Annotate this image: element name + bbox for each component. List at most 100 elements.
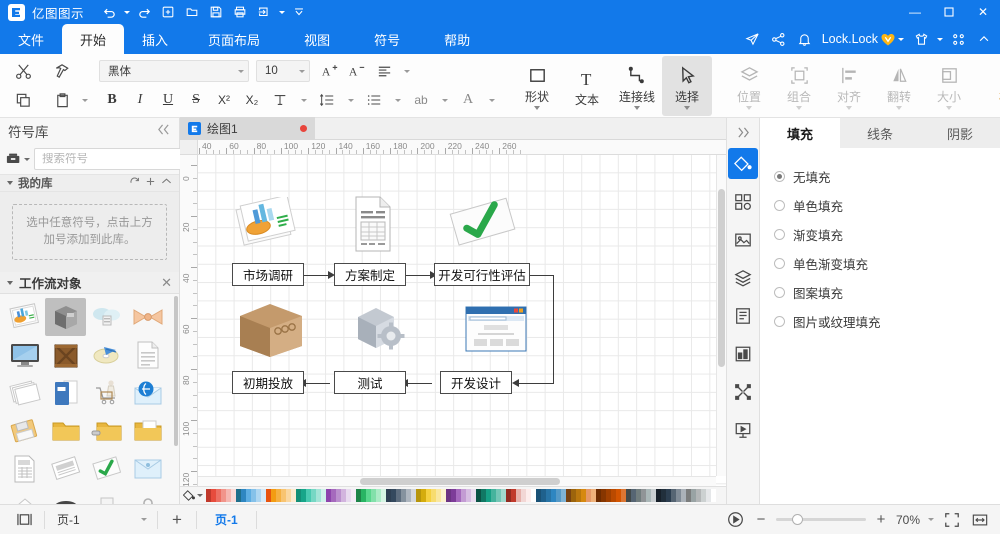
copy-button[interactable] <box>10 88 36 112</box>
edge-n3-right[interactable] <box>530 274 554 276</box>
redo-icon[interactable] <box>133 2 155 22</box>
tab-page-layout[interactable]: 页面布局 <box>186 24 282 54</box>
symbol-open-envelope[interactable] <box>4 488 45 504</box>
edge-n5-n4[interactable] <box>304 382 330 384</box>
flip-button[interactable]: 翻转 <box>874 56 924 116</box>
symbol-printed-report[interactable] <box>45 450 86 488</box>
symbol-envelope-mail[interactable] <box>127 450 168 488</box>
text-case-button[interactable]: ab <box>408 88 434 112</box>
align-button[interactable]: 对齐 <box>824 56 874 116</box>
symbol-document-page[interactable] <box>127 336 168 374</box>
zoom-slider[interactable] <box>775 514 866 525</box>
paste-caret-icon[interactable] <box>76 88 93 112</box>
user-account[interactable]: Lock.Lock <box>819 32 907 46</box>
presentation-icon[interactable] <box>728 414 758 445</box>
tab-file[interactable]: 文件 <box>0 24 62 54</box>
fill-option-gradient[interactable]: 渐变填充 <box>774 220 1000 249</box>
paint-bucket-small-icon[interactable] <box>183 485 203 507</box>
symbol-blue-binder[interactable] <box>45 374 86 412</box>
maximize-button[interactable] <box>932 0 966 24</box>
text-align-icon[interactable] <box>371 59 397 83</box>
text-tool-button[interactable]: T 文本 <box>562 56 612 116</box>
clipart-charts-report[interactable] <box>234 194 304 255</box>
presentation-play-icon[interactable] <box>726 510 746 530</box>
connector-points-icon[interactable] <box>728 376 758 407</box>
paste-button[interactable] <box>49 88 75 112</box>
symbol-cloud-server[interactable] <box>86 298 127 336</box>
chart-data-icon[interactable] <box>728 338 758 369</box>
group-button[interactable]: 组合 <box>774 56 824 116</box>
export-share-icon[interactable] <box>253 2 275 22</box>
bullet-list-caret-icon[interactable] <box>389 88 406 112</box>
superscript-button[interactable]: X² <box>211 88 237 112</box>
italic-button[interactable]: I <box>127 88 153 112</box>
symbol-grid-scrollbar[interactable] <box>174 296 178 446</box>
drawing-canvas[interactable]: 市场调研 方案制定 开发可行性评估 初期投放 测试 开发设计 <box>198 155 726 486</box>
symbol-cd-disc[interactable] <box>86 336 127 374</box>
line-spacing-icon[interactable] <box>314 88 340 112</box>
tab-home[interactable]: 开始 <box>62 24 125 54</box>
zoom-slider-knob[interactable] <box>791 514 803 525</box>
tab-line[interactable]: 线条 <box>840 118 920 148</box>
symbol-floppy-disk[interactable] <box>4 412 45 450</box>
font-fill-caret-icon[interactable] <box>483 88 500 112</box>
symbol-shopping-cart-person[interactable] <box>86 374 127 412</box>
close-button[interactable]: ✕ <box>966 0 1000 24</box>
clipart-cardboard-box[interactable] <box>234 300 308 361</box>
tab-symbols[interactable]: 符号 <box>352 24 422 54</box>
clipart-cube-gear[interactable] <box>350 303 412 362</box>
palette-swatches[interactable] <box>206 489 723 502</box>
horizontal-ruler[interactable]: 40 60 80 100 120 140 160 180 200 220 240 260 <box>180 140 726 155</box>
canvas-horizontal-scrollbar[interactable] <box>198 476 716 486</box>
add-page-button[interactable]: + <box>164 510 190 530</box>
vertical-ruler[interactable]: 0 20 40 60 80 100 120 <box>180 155 198 486</box>
fill-option-mono-gradient[interactable]: 单色渐变填充 <box>774 249 1000 278</box>
symbol-desktop-monitor[interactable] <box>4 336 45 374</box>
edge-n6-n5[interactable] <box>406 382 432 384</box>
symbol-folder-documents[interactable] <box>127 412 168 450</box>
my-library-section-header[interactable]: 我的库 <box>0 174 179 192</box>
text-color-caret-icon[interactable] <box>295 88 312 112</box>
tab-help[interactable]: 帮助 <box>422 24 492 54</box>
undo-icon[interactable] <box>98 2 120 22</box>
fit-width-icon[interactable] <box>970 510 990 530</box>
format-painter-button[interactable] <box>49 59 75 83</box>
shape-tool-button[interactable]: 形状 <box>512 56 562 116</box>
send-icon[interactable] <box>741 27 765 51</box>
symbol-folder-attach[interactable] <box>86 412 127 450</box>
new-file-icon[interactable] <box>157 2 179 22</box>
symbol-ribbon-bow[interactable] <box>127 298 168 336</box>
clipart-browser-window[interactable] <box>464 303 528 358</box>
export-caret-icon[interactable] <box>277 2 286 22</box>
radio-solid-fill[interactable] <box>774 200 785 211</box>
save-disk-icon[interactable] <box>205 2 227 22</box>
horizontal-scroll-thumb[interactable] <box>360 478 560 485</box>
fill-option-solid[interactable]: 单色填充 <box>774 191 1000 220</box>
symbol-yellow-folder[interactable] <box>45 412 86 450</box>
page-view-icon[interactable] <box>14 510 34 530</box>
increase-font-size-icon[interactable]: A <box>317 59 343 83</box>
tab-shadow[interactable]: 阴影 <box>920 118 1000 148</box>
grid-apps-icon[interactable] <box>946 27 970 51</box>
zoom-level-value[interactable]: 70% <box>896 513 920 527</box>
bold-button[interactable]: B <box>99 88 125 112</box>
chevron-down-bar-icon[interactable] <box>288 2 310 22</box>
connector-tool-button[interactable]: 连接线 <box>612 56 662 116</box>
style-button[interactable]: 样式 <box>986 56 1000 116</box>
node-development-design[interactable]: 开发设计 <box>440 371 512 394</box>
bell-notification-icon[interactable] <box>793 27 817 51</box>
search-input[interactable] <box>42 153 196 165</box>
quick-styles-grid-icon[interactable] <box>728 186 758 217</box>
document-tab[interactable]: 绘图1 <box>180 117 315 139</box>
font-family-select[interactable]: 黑体 <box>99 60 249 82</box>
symbol-padlock[interactable] <box>127 488 168 504</box>
radio-pattern-fill[interactable] <box>774 287 785 298</box>
edge-n2-n3[interactable] <box>406 274 432 276</box>
library-box-icon[interactable] <box>6 148 30 170</box>
page-selector[interactable]: 页-1 <box>51 510 151 530</box>
cut-button[interactable] <box>10 59 36 83</box>
canvas-vertical-scrollbar[interactable] <box>716 155 726 476</box>
tab-view[interactable]: 视图 <box>282 24 352 54</box>
fill-option-image[interactable]: 图片或纹理填充 <box>774 307 1000 336</box>
symbol-grey-box[interactable] <box>45 298 86 336</box>
